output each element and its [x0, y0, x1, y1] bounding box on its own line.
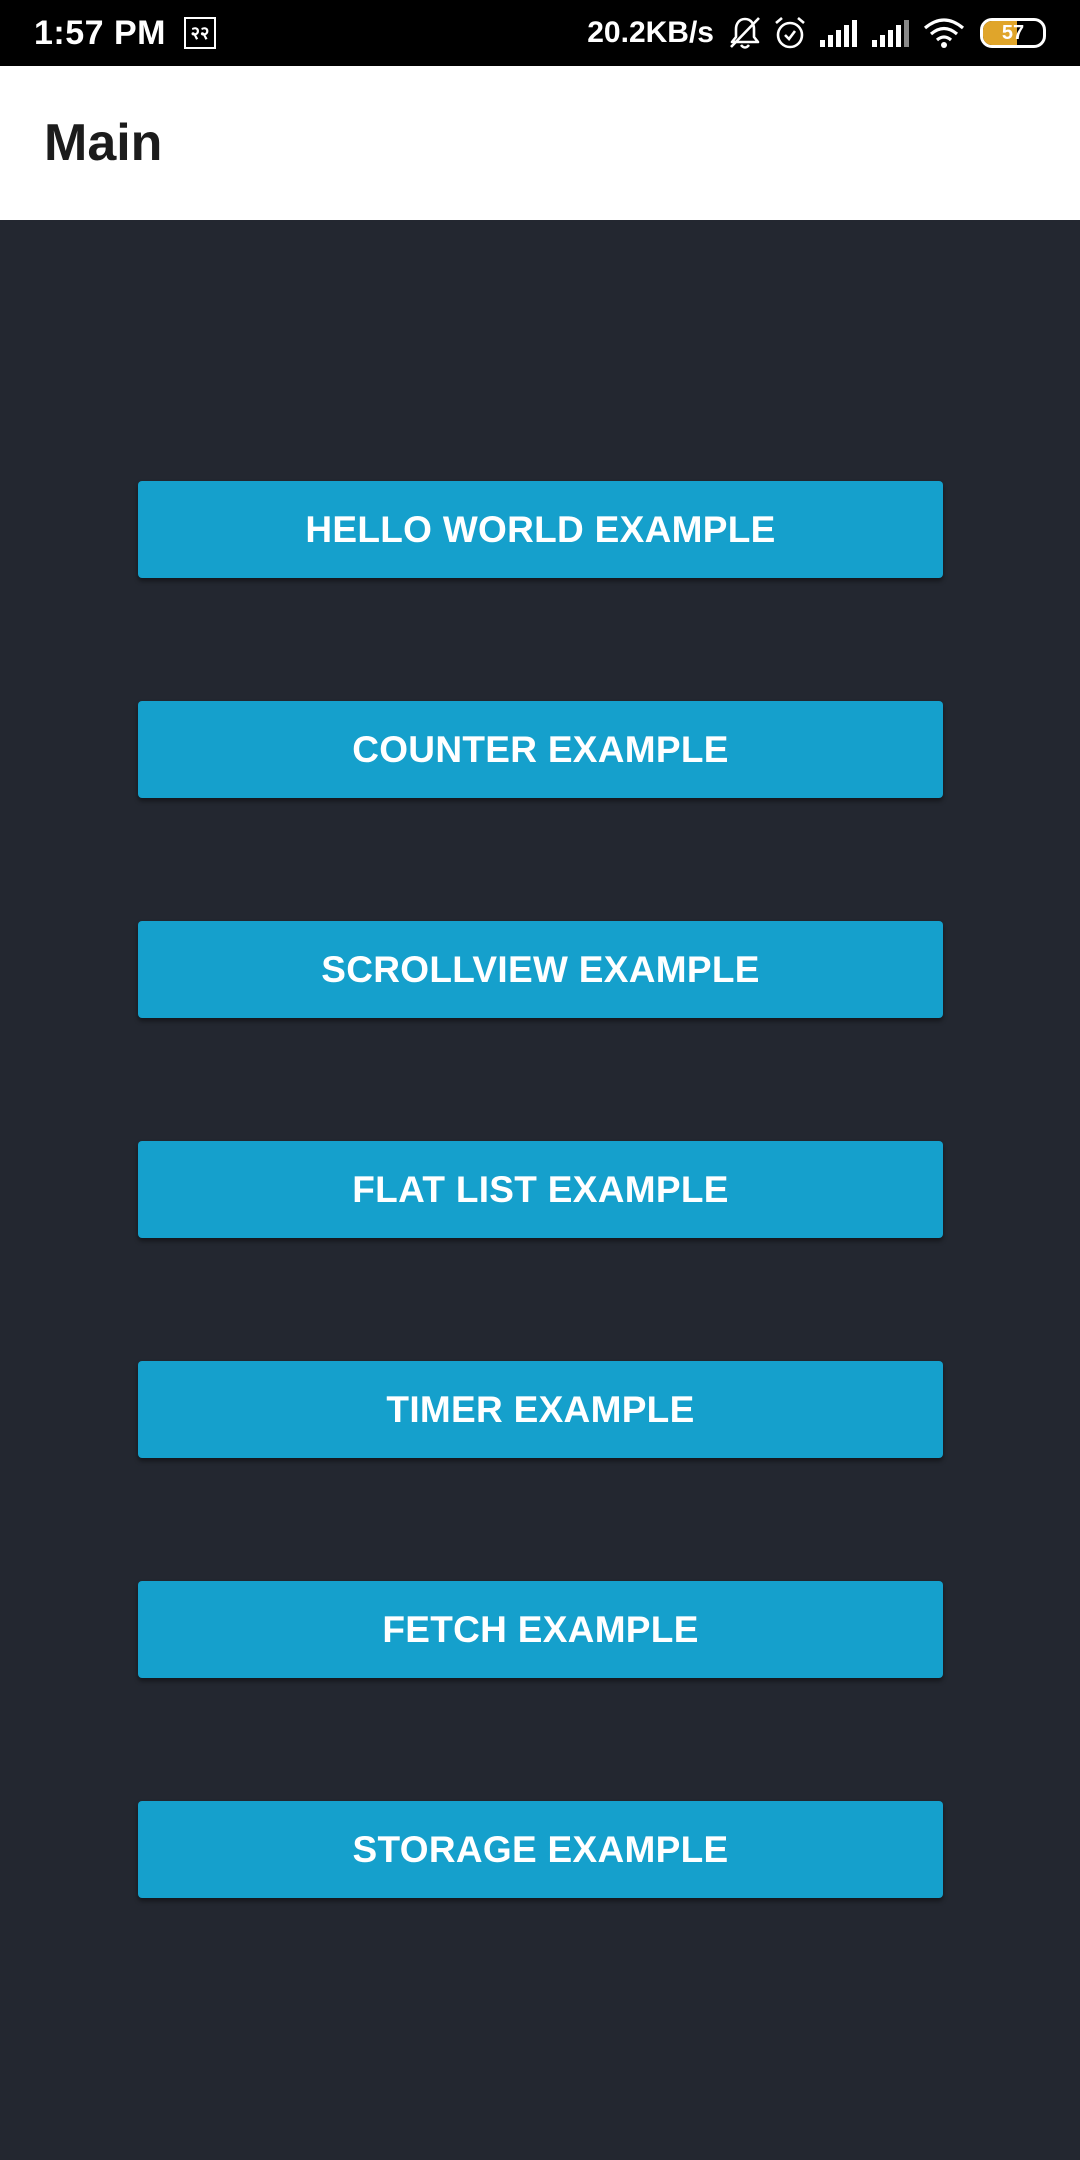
status-bar: 1:57 PM २२ 20.2KB/s 57	[0, 0, 1080, 66]
fetch-example-button[interactable]: FETCH EXAMPLE	[138, 1581, 943, 1678]
network-speed: 20.2KB/s	[587, 16, 714, 49]
app-bar: Main	[0, 66, 1080, 220]
hello-world-example-button[interactable]: HELLO WORLD EXAMPLE	[138, 481, 943, 578]
status-left: 1:57 PM २२	[34, 0, 216, 66]
status-right: 20.2KB/s 57	[587, 0, 1046, 66]
timer-example-button[interactable]: TIMER EXAMPLE	[138, 1361, 943, 1458]
battery-icon: 57	[980, 18, 1046, 48]
storage-example-button[interactable]: STORAGE EXAMPLE	[138, 1801, 943, 1898]
signal-icon	[870, 13, 912, 53]
wifi-icon	[922, 13, 966, 53]
counter-example-button[interactable]: COUNTER EXAMPLE	[138, 701, 943, 798]
battery-level: 57	[1001, 22, 1025, 44]
scrollview-example-button[interactable]: SCROLLVIEW EXAMPLE	[138, 921, 943, 1018]
sim-badge: २२	[184, 17, 216, 49]
signal-icon	[818, 13, 860, 53]
main-content: HELLO WORLD EXAMPLE COUNTER EXAMPLE SCRO…	[0, 220, 1080, 2160]
status-time: 1:57 PM	[34, 13, 166, 52]
alarm-icon	[772, 13, 808, 53]
page-title: Main	[44, 114, 163, 172]
notifications-off-icon	[728, 13, 762, 53]
flat-list-example-button[interactable]: FLAT LIST EXAMPLE	[138, 1141, 943, 1238]
